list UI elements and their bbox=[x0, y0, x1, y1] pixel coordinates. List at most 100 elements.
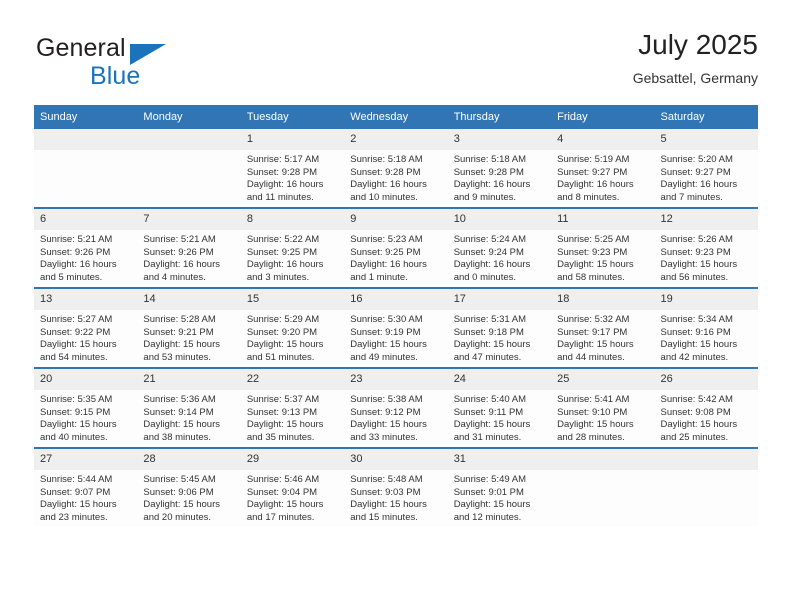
daylight-text-line1: Daylight: 15 hours bbox=[557, 419, 634, 431]
calendar-day-cell[interactable]: 10 Sunrise: 5:24 AM Sunset: 9:24 PM Dayligh… bbox=[447, 208, 552, 289]
daylight-text-line2: and 33 minutes. bbox=[350, 431, 418, 443]
calendar-day-cell[interactable]: 15 Sunrise: 5:29 AM Sunset: 9:20 PM Dayligh… bbox=[240, 288, 345, 369]
sunset-text: Sunset: 9:28 PM bbox=[453, 166, 524, 178]
day-detail: Sunrise: 5:45 AM Sunset: 9:06 PM Daylight:… bbox=[137, 470, 240, 524]
sunrise-text: Sunrise: 5:27 AM bbox=[40, 314, 113, 325]
calendar-day-cell[interactable]: 22 Sunrise: 5:37 AM Sunset: 9:13 PM Dayligh… bbox=[240, 368, 345, 449]
daylight-text-line1: Daylight: 16 hours bbox=[40, 259, 117, 271]
day-number: 13 bbox=[34, 289, 138, 310]
daylight-text-line2: and 40 minutes. bbox=[40, 431, 108, 443]
sunrise-text: Sunrise: 5:34 AM bbox=[660, 314, 733, 325]
brand-logo[interactable]: General Blue bbox=[34, 34, 244, 96]
day-number: 27 bbox=[34, 449, 138, 470]
sunset-text: Sunset: 9:15 PM bbox=[40, 406, 111, 418]
calendar-day-cell[interactable]: 30 Sunrise: 5:48 AM Sunset: 9:03 PM Dayligh… bbox=[344, 448, 448, 527]
calendar-day-cell[interactable]: 7 Sunrise: 5:21 AM Sunset: 9:26 PM Daylight… bbox=[137, 208, 241, 289]
day-detail: Sunrise: 5:18 AM Sunset: 9:28 PM Daylight:… bbox=[448, 150, 551, 204]
calendar-day-cell[interactable]: 13 Sunrise: 5:27 AM Sunset: 9:22 PM Dayligh… bbox=[34, 288, 138, 369]
calendar-day-cell[interactable]: 9 Sunrise: 5:23 AM Sunset: 9:25 PM Daylight… bbox=[344, 208, 448, 289]
daylight-text-line1: Daylight: 15 hours bbox=[350, 499, 427, 511]
day-number: 6 bbox=[34, 209, 138, 230]
daylight-text-line1: Daylight: 15 hours bbox=[453, 419, 531, 431]
calendar-week-row: 6 Sunrise: 5:21 AM Sunset: 9:26 PM Daylight… bbox=[34, 208, 758, 289]
daylight-text-line2: and 53 minutes. bbox=[143, 351, 212, 363]
calendar-table: Sunday Monday Tuesday Wednesday Thursday Frid… bbox=[34, 105, 758, 527]
calendar-day-cell[interactable]: 4 Sunrise: 5:19 AM Sunset: 9:27 PM Daylight… bbox=[551, 129, 655, 209]
day-number: 28 bbox=[137, 449, 241, 470]
daylight-text-line1: Daylight: 15 hours bbox=[40, 339, 117, 351]
daylight-text-line2: and 47 minutes. bbox=[453, 351, 522, 363]
calendar-day-cell[interactable]: 20 Sunrise: 5:35 AM Sunset: 9:15 PM Dayligh… bbox=[34, 368, 138, 449]
day-detail: Sunrise: 5:21 AM Sunset: 9:26 PM Daylight:… bbox=[34, 230, 137, 284]
calendar-day-cell[interactable]: 26 Sunrise: 5:42 AM Sunset: 9:08 PM Dayligh… bbox=[654, 368, 758, 449]
calendar-day-cell[interactable]: 19 Sunrise: 5:34 AM Sunset: 9:16 PM Dayligh… bbox=[654, 288, 758, 369]
sunrise-text: Sunrise: 5:36 AM bbox=[143, 394, 216, 405]
calendar-day-cell[interactable]: 17 Sunrise: 5:31 AM Sunset: 9:18 PM Dayligh… bbox=[447, 288, 552, 369]
calendar-day-cell[interactable]: 21 Sunrise: 5:36 AM Sunset: 9:14 PM Dayligh… bbox=[137, 368, 241, 449]
sunrise-text: Sunrise: 5:49 AM bbox=[453, 474, 527, 485]
calendar-day-cell[interactable]: 29 Sunrise: 5:46 AM Sunset: 9:04 PM Dayligh… bbox=[240, 448, 345, 527]
calendar-day-cell[interactable]: 16 Sunrise: 5:30 AM Sunset: 9:19 PM Dayligh… bbox=[344, 288, 448, 369]
calendar-day-cell[interactable]: 28 Sunrise: 5:45 AM Sunset: 9:06 PM Dayligh… bbox=[137, 448, 241, 527]
daylight-text-line2: and 7 minutes. bbox=[660, 191, 723, 203]
day-number: 1 bbox=[240, 129, 345, 150]
sunrise-text: Sunrise: 5:32 AM bbox=[557, 314, 630, 325]
day-detail: Sunrise: 5:19 AM Sunset: 9:27 PM Daylight:… bbox=[551, 150, 654, 204]
day-detail: Sunrise: 5:37 AM Sunset: 9:13 PM Daylight:… bbox=[241, 390, 344, 444]
daylight-text-line2: and 3 minutes. bbox=[246, 271, 310, 283]
calendar-day-cell[interactable]: 5 Sunrise: 5:20 AM Sunset: 9:27 PM Daylight… bbox=[654, 129, 758, 209]
calendar-day-cell[interactable]: 14 Sunrise: 5:28 AM Sunset: 9:21 PM Dayligh… bbox=[137, 288, 241, 369]
sunrise-text: Sunrise: 5:21 AM bbox=[40, 234, 113, 245]
day-detail: Sunrise: 5:31 AM Sunset: 9:18 PM Daylight:… bbox=[448, 310, 551, 364]
daylight-text-line2: and 42 minutes. bbox=[660, 351, 729, 363]
sunrise-text: Sunrise: 5:40 AM bbox=[453, 394, 527, 405]
sunrise-text: Sunrise: 5:37 AM bbox=[246, 394, 320, 405]
day-detail: Sunrise: 5:20 AM Sunset: 9:27 PM Daylight:… bbox=[655, 150, 758, 204]
daylight-text-line1: Daylight: 15 hours bbox=[246, 339, 324, 351]
daylight-text-line1: Daylight: 16 hours bbox=[143, 259, 220, 271]
day-number: 21 bbox=[137, 369, 241, 390]
calendar-day-cell[interactable]: 18 Sunrise: 5:32 AM Sunset: 9:17 PM Dayligh… bbox=[551, 288, 655, 369]
daylight-text-line2: and 23 minutes. bbox=[40, 511, 108, 523]
sunset-text: Sunset: 9:28 PM bbox=[350, 166, 421, 178]
calendar-day-cell[interactable]: 11 Sunrise: 5:25 AM Sunset: 9:23 PM Dayligh… bbox=[551, 208, 655, 289]
calendar-day-cell[interactable]: 27 Sunrise: 5:44 AM Sunset: 9:07 PM Dayligh… bbox=[34, 448, 138, 527]
daylight-text-line1: Daylight: 15 hours bbox=[350, 419, 427, 431]
sunset-text: Sunset: 9:12 PM bbox=[350, 406, 421, 418]
daylight-text-line1: Daylight: 15 hours bbox=[246, 499, 324, 511]
calendar-day-cell[interactable]: 12 Sunrise: 5:26 AM Sunset: 9:23 PM Dayligh… bbox=[654, 208, 758, 289]
day-detail: Sunrise: 5:17 AM Sunset: 9:28 PM Daylight:… bbox=[241, 150, 344, 204]
calendar-day-cell[interactable]: 25 Sunrise: 5:41 AM Sunset: 9:10 PM Dayligh… bbox=[551, 368, 655, 449]
calendar-day-cell[interactable]: 8 Sunrise: 5:22 AM Sunset: 9:25 PM Daylight… bbox=[240, 208, 345, 289]
calendar-day-cell[interactable]: 3 Sunrise: 5:18 AM Sunset: 9:28 PM Daylight… bbox=[447, 129, 552, 209]
day-detail: Sunrise: 5:25 AM Sunset: 9:23 PM Daylight:… bbox=[551, 230, 654, 284]
sunset-text: Sunset: 9:04 PM bbox=[246, 486, 318, 498]
sunrise-text: Sunrise: 5:35 AM bbox=[40, 394, 113, 405]
weekday-header-friday: Friday bbox=[551, 105, 655, 129]
day-number bbox=[551, 449, 655, 470]
sunrise-text: Sunrise: 5:18 AM bbox=[453, 154, 527, 165]
sunset-text: Sunset: 9:21 PM bbox=[143, 326, 214, 338]
calendar-day-cell[interactable]: 31 Sunrise: 5:49 AM Sunset: 9:01 PM Dayligh… bbox=[447, 448, 552, 527]
day-detail: Sunrise: 5:23 AM Sunset: 9:25 PM Daylight:… bbox=[344, 230, 447, 284]
calendar-day-cell[interactable]: 1 Sunrise: 5:17 AM Sunset: 9:28 PM Daylight… bbox=[240, 129, 345, 209]
sunset-text: Sunset: 9:08 PM bbox=[660, 406, 731, 418]
daylight-text-line2: and 51 minutes. bbox=[246, 351, 315, 363]
sunset-text: Sunset: 9:26 PM bbox=[40, 246, 111, 258]
calendar-day-cell[interactable]: 6 Sunrise: 5:21 AM Sunset: 9:26 PM Daylight… bbox=[34, 208, 138, 289]
sunset-text: Sunset: 9:01 PM bbox=[453, 486, 524, 498]
day-detail: Sunrise: 5:42 AM Sunset: 9:08 PM Daylight:… bbox=[655, 390, 758, 444]
day-number: 19 bbox=[654, 289, 758, 310]
calendar-day-cell[interactable]: 2 Sunrise: 5:18 AM Sunset: 9:28 PM Daylight… bbox=[344, 129, 448, 209]
day-number: 4 bbox=[551, 129, 655, 150]
sunrise-text: Sunrise: 5:25 AM bbox=[557, 234, 630, 245]
sunset-text: Sunset: 9:22 PM bbox=[40, 326, 111, 338]
day-number: 2 bbox=[344, 129, 448, 150]
sunrise-text: Sunrise: 5:45 AM bbox=[143, 474, 216, 485]
sunrise-text: Sunrise: 5:22 AM bbox=[246, 234, 320, 245]
calendar-day-cell[interactable]: 24 Sunrise: 5:40 AM Sunset: 9:11 PM Dayligh… bbox=[447, 368, 552, 449]
calendar-day-cell[interactable]: 23 Sunrise: 5:38 AM Sunset: 9:12 PM Dayligh… bbox=[344, 368, 448, 449]
sunset-text: Sunset: 9:26 PM bbox=[143, 246, 214, 258]
daylight-text-line1: Daylight: 15 hours bbox=[660, 419, 738, 431]
sunset-text: Sunset: 9:10 PM bbox=[557, 406, 628, 418]
